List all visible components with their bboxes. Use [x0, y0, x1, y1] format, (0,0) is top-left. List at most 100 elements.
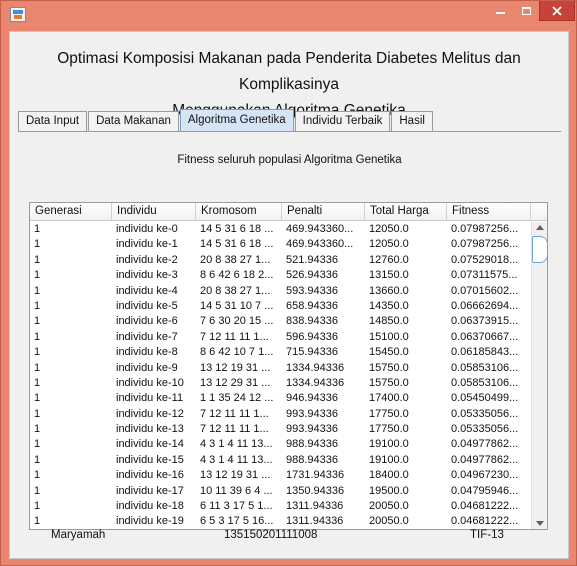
table-row[interactable]: 1 individu ke-11 1 1 35 24 12 ... 946.94336…: [30, 391, 531, 406]
footer-class: TIF-13: [470, 529, 504, 541]
column-header-total-harga[interactable]: Total Harga: [365, 203, 447, 221]
footer-name: Maryamah: [51, 529, 106, 541]
table-row[interactable]: 1 individu ke-8 8 6 42 10 7 1... 715.94336 1…: [30, 345, 531, 360]
footer-nim: 135150201111008: [224, 529, 318, 541]
table-cell: 1: [34, 515, 41, 528]
table-row[interactable]: 1 individu ke-0 14 5 31 6 18 ... 469.943360…: [30, 222, 531, 237]
column-header-individu[interactable]: Individu: [112, 203, 196, 221]
table-cell: 20050.0: [369, 515, 409, 528]
table-row[interactable]: 1 individu ke-4 20 8 38 27 1... 593.94336 13…: [30, 284, 531, 299]
table-cell: 13150.0: [369, 269, 409, 282]
table-cell: 13 12 19 31 ...: [200, 361, 271, 374]
table-cell: 19100.0: [369, 438, 409, 451]
table-cell: 469.943360...: [286, 238, 354, 251]
table-cell: 0.04977862...: [451, 438, 519, 451]
tab-algoritma-genetika[interactable]: Algoritma Genetika: [179, 109, 294, 131]
column-header-fitness[interactable]: Fitness: [447, 203, 531, 221]
table-cell: 1: [34, 299, 41, 312]
table-cell: 1: [34, 484, 41, 497]
close-icon: [552, 5, 562, 16]
scroll-down-icon[interactable]: [536, 521, 544, 526]
table-cell: 20050.0: [369, 500, 409, 513]
table-cell: 15750.0: [369, 376, 409, 389]
table-row[interactable]: 1 individu ke-15 4 3 1 4 11 13... 988.94336…: [30, 453, 531, 468]
table-cell: 4 3 1 4 11 13...: [200, 453, 273, 466]
table-cell: 12760.0: [369, 253, 409, 266]
table-cell: 7 12 11 11 1...: [200, 423, 269, 436]
tab-panel-algoritma-genetika: Fitness seluruh populasi Algoritma Genet…: [18, 131, 561, 549]
table-cell: 20 8 38 27 1...: [200, 253, 271, 266]
table-row[interactable]: 1 individu ke-2 20 8 38 27 1... 521.94336 12…: [30, 253, 531, 268]
table-cell: 0.04795946...: [451, 484, 519, 497]
table-row[interactable]: 1 individu ke-14 4 3 1 4 11 13... 988.94336…: [30, 437, 531, 452]
table-cell: 4 3 1 4 11 13...: [200, 438, 273, 451]
close-button[interactable]: [539, 1, 575, 21]
panel-title: Fitness seluruh populasi Algoritma Genet…: [177, 154, 402, 166]
column-header-generasi[interactable]: Generasi: [30, 203, 112, 221]
table-cell: 0.04967230...: [451, 469, 519, 482]
table-cell: 6 5 3 17 5 16...: [200, 515, 274, 528]
table-row[interactable]: 1 individu ke-17 10 11 39 6 4 ... 1350.9433…: [30, 484, 531, 499]
table-cell: 8 6 42 6 18 2...: [200, 269, 274, 282]
table-cell: 0.07311575...: [451, 269, 518, 282]
table-row[interactable]: 1 individu ke-6 7 6 30 20 15 ... 838.94336 1…: [30, 314, 531, 329]
table-cell: 988.94336: [286, 438, 338, 451]
column-header-penalti[interactable]: Penalti: [282, 203, 365, 221]
tab-data-input[interactable]: Data Input: [18, 111, 88, 131]
table-cell: individu ke-12: [116, 407, 184, 420]
table-row[interactable]: 1 individu ke-19 6 5 3 17 5 16... 1311.9433…: [30, 514, 531, 529]
table-row[interactable]: 1 individu ke-16 13 12 19 31 ... 1731.94336…: [30, 468, 531, 483]
table-row[interactable]: 1 individu ke-7 7 12 11 11 1... 596.94336 15…: [30, 330, 531, 345]
tab-bar: Data Input Data Makanan Algoritma Geneti…: [18, 109, 434, 131]
table-cell: 7 6 30 20 15 ...: [200, 315, 274, 328]
table-cell: 0.06662694...: [451, 299, 519, 312]
table-cell: 838.94336: [286, 315, 338, 328]
table-row[interactable]: 1 individu ke-1 14 5 31 6 18 ... 469.943360…: [30, 237, 531, 252]
table-cell: 1: [34, 453, 41, 466]
table-cell: 946.94336: [286, 392, 338, 405]
table-row[interactable]: 1 individu ke-13 7 12 11 11 1... 993.94336 1…: [30, 422, 531, 437]
table-cell: individu ke-13: [116, 423, 184, 436]
table-row[interactable]: 1 individu ke-3 8 6 42 6 18 2... 526.94336 1…: [30, 268, 531, 283]
table-row[interactable]: 1 individu ke-12 7 12 11 11 1... 993.94336 1…: [30, 407, 531, 422]
table-cell: 1: [34, 392, 41, 405]
table-cell: individu ke-9: [116, 361, 178, 374]
scroll-up-icon[interactable]: [536, 225, 544, 230]
tab-data-makanan[interactable]: Data Makanan: [88, 111, 179, 131]
table-cell: 0.05853106...: [451, 376, 519, 389]
table-cell: 7 12 11 11 1...: [200, 330, 269, 343]
table-cell: 0.05335056...: [451, 407, 519, 420]
column-header-spacer: [531, 203, 547, 221]
table-cell: 988.94336: [286, 453, 338, 466]
table-cell: individu ke-17: [116, 484, 184, 497]
table-cell: 17750.0: [369, 423, 409, 436]
table-cell: 521.94336: [286, 253, 338, 266]
table-cell: 1334.94336: [286, 376, 345, 389]
vertical-scrollbar[interactable]: [531, 222, 547, 529]
minimize-button[interactable]: [487, 1, 513, 21]
table-cell: 1350.94336: [286, 484, 345, 497]
table-cell: 1: [34, 223, 41, 235]
title-bar[interactable]: [1, 1, 576, 29]
footer: Maryamah 135150201111008 TIF-13: [10, 529, 568, 549]
tab-hasil[interactable]: Hasil: [391, 111, 433, 131]
table-cell: individu ke-0: [116, 223, 178, 235]
table-row[interactable]: 1 individu ke-5 14 5 31 10 7 ... 658.94336 1…: [30, 299, 531, 314]
table-cell: 14850.0: [369, 315, 409, 328]
table-row[interactable]: 1 individu ke-10 13 12 29 31 ... 1334.94336…: [30, 376, 531, 391]
table-cell: individu ke-16: [116, 469, 184, 482]
content-area: Optimasi Komposisi Makanan pada Penderit…: [9, 31, 569, 559]
table-cell: 14 5 31 6 18 ...: [200, 238, 274, 251]
table-cell: 1: [34, 284, 41, 297]
table-cell: 1: [34, 500, 41, 513]
table-cell: 1: [34, 423, 41, 436]
column-header-kromosom[interactable]: Kromosom: [196, 203, 282, 221]
table-cell: 0.07015602...: [451, 284, 519, 297]
table-cell: 20 8 38 27 1...: [200, 284, 271, 297]
maximize-button[interactable]: [513, 1, 539, 21]
table-row[interactable]: 1 individu ke-18 6 11 3 17 5 1... 1311.9433…: [30, 499, 531, 514]
table-row[interactable]: 1 individu ke-9 13 12 19 31 ... 1334.94336 1…: [30, 361, 531, 376]
scroll-thumb[interactable]: [532, 236, 547, 263]
table-cell: 1: [34, 407, 41, 420]
tab-individu-terbaik[interactable]: Individu Terbaik: [294, 111, 391, 131]
